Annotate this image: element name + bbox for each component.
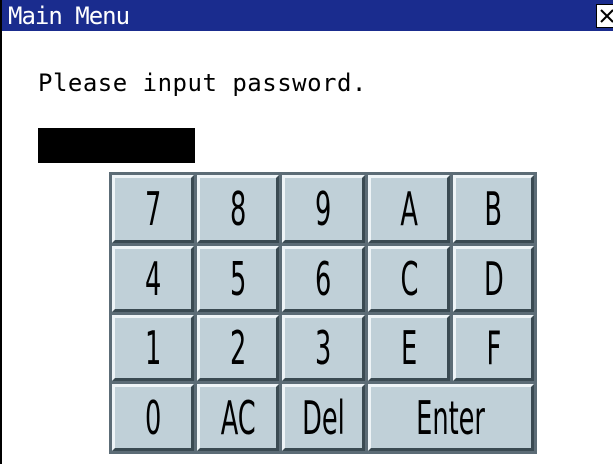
close-button[interactable] bbox=[596, 4, 613, 28]
key-c[interactable]: C bbox=[368, 246, 450, 312]
enter-button[interactable]: Enter bbox=[368, 384, 534, 451]
key-4[interactable]: 4 bbox=[112, 246, 194, 312]
keypad: 7 8 9 A B 4 5 6 C D 1 2 3 E F 0 AC Del E… bbox=[109, 172, 537, 454]
key-7[interactable]: 7 bbox=[112, 175, 194, 243]
password-prompt: Please input password. bbox=[38, 69, 367, 97]
key-d[interactable]: D bbox=[453, 246, 534, 312]
all-clear-button[interactable]: AC bbox=[197, 384, 279, 451]
key-1[interactable]: 1 bbox=[112, 315, 194, 381]
key-a[interactable]: A bbox=[368, 175, 450, 243]
password-input[interactable] bbox=[38, 128, 195, 163]
key-3[interactable]: 3 bbox=[282, 315, 365, 381]
key-0[interactable]: 0 bbox=[112, 384, 194, 451]
delete-button[interactable]: Del bbox=[282, 384, 365, 451]
key-6[interactable]: 6 bbox=[282, 246, 365, 312]
key-e[interactable]: E bbox=[368, 315, 450, 381]
key-5[interactable]: 5 bbox=[197, 246, 279, 312]
title-bar: Main Menu bbox=[2, 0, 613, 31]
key-f[interactable]: F bbox=[453, 315, 534, 381]
main-menu-window: Main Menu Please input password. 7 8 9 A… bbox=[0, 0, 613, 464]
key-b[interactable]: B bbox=[453, 175, 534, 243]
key-2[interactable]: 2 bbox=[197, 315, 279, 381]
close-icon bbox=[600, 9, 613, 23]
window-title: Main Menu bbox=[8, 2, 130, 30]
key-8[interactable]: 8 bbox=[197, 175, 279, 243]
key-9[interactable]: 9 bbox=[282, 175, 365, 243]
